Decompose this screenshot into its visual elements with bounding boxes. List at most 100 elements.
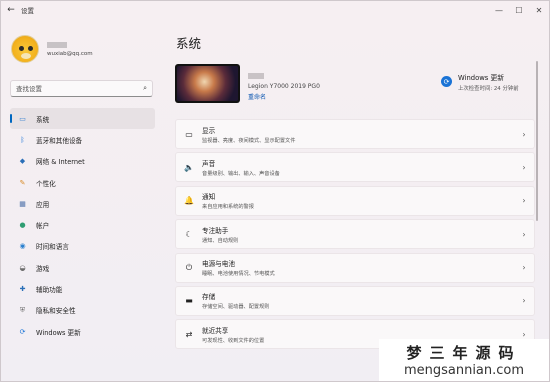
sidebar-item-5[interactable]: ● 帐户	[10, 214, 155, 235]
sidebar-item-1[interactable]: ᛒ 蓝牙和其他设备	[10, 129, 155, 150]
globe-icon: ◉	[19, 242, 26, 251]
sidebar-item-3[interactable]: ✎ 个性化	[10, 172, 155, 193]
windows-update-status[interactable]: ⟳ Windows 更新 上次检查时间: 24 分钟前	[441, 72, 519, 92]
update-icon: ⟳	[19, 327, 26, 336]
card-description: 睡眠、电池使用情况、节电模式	[202, 271, 275, 278]
storage-icon: ▬	[185, 296, 193, 306]
search-icon[interactable]: ⌕	[143, 84, 147, 93]
scrollbar[interactable]	[536, 61, 538, 221]
sidebar-item-label: 个性化	[36, 179, 56, 188]
sidebar-item-label: 蓝牙和其他设备	[36, 136, 83, 145]
chevron-right-icon: ›	[522, 196, 526, 206]
card-title: 显示	[202, 126, 216, 135]
shield-icon: ⛨	[19, 305, 26, 314]
close-button[interactable]: ✕	[529, 1, 549, 19]
chevron-right-icon: ›	[522, 263, 526, 273]
settings-card-0[interactable]: ▭ 显示监视器、亮度、夜间模式、显示配置文件 ›	[175, 119, 535, 149]
avatar	[11, 35, 39, 63]
app-title: 设置	[21, 7, 34, 15]
card-title: 声音	[202, 159, 216, 168]
sidebar-item-label: 应用	[36, 200, 50, 209]
sidebar-item-label: 游戏	[36, 264, 50, 273]
back-arrow-icon: ←	[7, 5, 15, 15]
card-title: 就近共享	[202, 326, 229, 335]
sidebar-item-6[interactable]: ◉ 时间和语言	[10, 236, 155, 257]
rename-link[interactable]: 重命名	[248, 92, 320, 101]
settings-card-4[interactable]: ⏻ 电源与电池睡眠、电池使用情况、节电模式 ›	[175, 252, 535, 283]
card-description: 存储空间、驱动器、配置规则	[202, 304, 270, 311]
card-description: 来自应用和系统的警报	[202, 204, 254, 211]
display-icon: ▭	[185, 129, 193, 139]
sidebar-item-label: 时间和语言	[36, 243, 69, 252]
bluetooth-icon: ᛒ	[20, 135, 25, 144]
person-icon: ●	[19, 221, 26, 230]
moon-icon: ☾	[185, 229, 193, 239]
wallpaper-preview	[177, 66, 238, 101]
device-thumbnail	[175, 64, 240, 103]
apps-icon: ▦	[19, 199, 26, 208]
chevron-right-icon: ›	[522, 329, 526, 339]
settings-card-5[interactable]: ▬ 存储存储空间、驱动器、配置规则 ›	[175, 285, 535, 316]
maximize-button[interactable]: ☐	[509, 1, 529, 19]
profile-name-redacted	[47, 41, 67, 48]
settings-window: ← 设置 — ☐ ✕ wuxiab@qq.com ⌕ ▭ 系统 ᛒ 蓝牙和其他设备 ◆ 网…	[0, 0, 550, 382]
chevron-right-icon: ›	[522, 162, 526, 172]
sidebar-item-0[interactable]: ▭ 系统	[10, 108, 155, 130]
chevron-right-icon: ›	[522, 296, 526, 306]
search-box[interactable]: ⌕	[10, 80, 153, 97]
share-icon: ⇄	[185, 329, 193, 339]
chevron-right-icon: ›	[522, 129, 526, 139]
sidebar-item-label: 网络 & Internet	[36, 158, 85, 167]
watermark-en: mengsannian.com	[403, 363, 525, 378]
sidebar-item-4[interactable]: ▦ 应用	[10, 193, 155, 214]
device-info: Legion Y7000 2019 PG0 重命名	[248, 73, 320, 101]
windows-update-title: Windows 更新	[458, 74, 505, 82]
sidebar: wuxiab@qq.com ⌕ ▭ 系统 ᛒ 蓝牙和其他设备 ◆ 网络 & Interne…	[1, 21, 161, 382]
card-title: 通知	[202, 193, 216, 202]
chevron-right-icon: ›	[522, 229, 526, 239]
wifi-icon: ◆	[19, 157, 26, 166]
accessibility-icon: ✚	[19, 285, 26, 294]
card-title: 电源与电池	[202, 260, 235, 269]
card-description: 通知、自动规则	[202, 237, 239, 244]
brush-icon: ✎	[19, 178, 26, 187]
sidebar-item-2[interactable]: ◆ 网络 & Internet	[10, 151, 155, 172]
power-icon: ⏻	[185, 262, 193, 272]
settings-cards: ▭ 显示 监视器、亮度、夜间模式、显示配置文件 › 🔈 声音 音量级别、输出、输入、声音设备…	[175, 119, 535, 353]
sidebar-item-label: 帐户	[36, 222, 50, 231]
search-input[interactable]	[16, 84, 136, 93]
sidebar-item-7[interactable]: ◒ 游戏	[10, 257, 155, 278]
page-title: 系统	[176, 36, 202, 51]
card-title: 专注助手	[202, 226, 229, 235]
card-title: 存储	[202, 293, 216, 302]
window-controls: — ☐ ✕	[489, 1, 549, 19]
nav-list: ▭ 系统 ᛒ 蓝牙和其他设备 ◆ 网络 & Internet ✎ 个性化 ▦ 应用 ● 帐户 ◉ 时间和语…	[10, 108, 155, 342]
settings-card-2[interactable]: 🔔 通知来自应用和系统的警报 ›	[175, 185, 535, 216]
monitor-icon: ▭	[19, 114, 26, 123]
windows-update-subtitle: 上次检查时间: 24 分钟前	[458, 86, 519, 92]
device-model: Legion Y7000 2019 PG0	[248, 83, 320, 90]
gamepad-icon: ◒	[19, 263, 26, 272]
main-content: 系统 Legion Y7000 2019 PG0 重命名 ⟳ Windows 更…	[171, 21, 541, 382]
minimize-button[interactable]: —	[489, 1, 509, 19]
card-description: 监视器、亮度、夜间模式、显示配置文件	[202, 137, 296, 144]
sidebar-item-8[interactable]: ✚ 辅助功能	[10, 278, 155, 299]
settings-card-1[interactable]: 🔈 声音 音量级别、输出、输入、声音设备 ›	[175, 152, 535, 183]
sidebar-item-label: 系统	[36, 115, 50, 124]
profile-email: wuxiab@qq.com	[47, 50, 93, 57]
watermark: 梦三年源码 mengsannian.com	[379, 339, 549, 381]
watermark-cn: 梦三年源码	[406, 344, 522, 362]
settings-card-3[interactable]: ☾ 专注助手通知、自动规则 ›	[175, 219, 535, 250]
sidebar-item-10[interactable]: ⟳ Windows 更新	[10, 321, 155, 342]
sidebar-item-9[interactable]: ⛨ 隐私和安全性	[10, 300, 155, 321]
title-bar: ← 设置 — ☐ ✕	[1, 1, 549, 19]
sidebar-item-label: Windows 更新	[36, 328, 81, 337]
user-profile[interactable]: wuxiab@qq.com	[11, 35, 93, 63]
sidebar-item-label: 辅助功能	[36, 286, 63, 295]
device-name-redacted	[248, 73, 264, 79]
update-icon: ⟳	[441, 76, 452, 87]
back-button[interactable]: ←	[1, 1, 21, 19]
sidebar-item-label: 隐私和安全性	[36, 307, 76, 316]
bell-icon: 🔔	[184, 196, 194, 206]
speaker-icon: 🔈	[184, 162, 194, 172]
